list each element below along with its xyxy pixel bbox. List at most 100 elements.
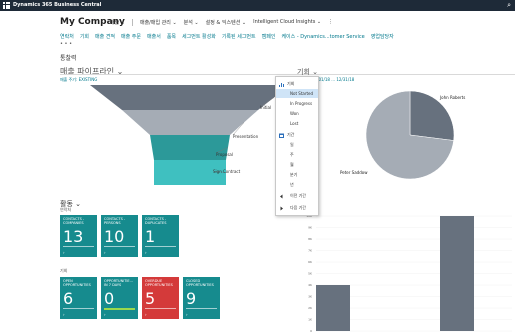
- y-tick-label: 6K: [308, 260, 313, 264]
- nav-link-8[interactable]: 캠페인: [262, 33, 276, 40]
- calendar-icon: [279, 132, 284, 138]
- tile-caption: OPPORTUNITIE... IN 7 DAYS: [104, 279, 133, 287]
- tile-contacts-duplicates[interactable]: CONTACTS - DUPLICATES 1 ›: [142, 215, 179, 257]
- dropdown-item-label: 다음 기간: [290, 205, 306, 210]
- chevron-right-icon: ›: [145, 312, 147, 317]
- app-window: Dynamics 365 Business Central ⌕ My Compa…: [0, 0, 515, 333]
- tile-caption: OPEN OPPORTUNITIES: [63, 279, 91, 287]
- nav-link-10[interactable]: 영업담당자: [371, 33, 394, 40]
- menu-divider: [131, 19, 133, 26]
- nav-link-1[interactable]: 기회: [80, 33, 89, 40]
- bar-1[interactable]: [440, 216, 474, 331]
- dropdown-item-label: 기간: [287, 132, 295, 137]
- pie-chart: [366, 91, 454, 179]
- tile-open-opportunities[interactable]: OPEN OPPORTUNITIES 6 ›: [60, 277, 97, 319]
- dropdown-item-7[interactable]: 주: [276, 150, 318, 159]
- tile-underline: [145, 308, 176, 309]
- tile-caption: CONTACTS - PERSONS: [104, 217, 126, 225]
- tile-value: 6: [63, 289, 74, 308]
- y-tick-label: 9K: [308, 226, 313, 230]
- tile-caption: CONTACTS - COMPANIES: [63, 217, 85, 225]
- dropdown-item-label: 월: [290, 162, 294, 167]
- dropdown-item-10[interactable]: 년: [276, 180, 318, 189]
- search-icon[interactable]: ⌕: [507, 1, 511, 10]
- tile-caption: OVERDUE OPPORTUNITIES: [145, 279, 173, 287]
- y-tick-label: 8K: [308, 237, 313, 241]
- nav-link-0[interactable]: 연락처: [60, 33, 74, 40]
- dropdown-item-6[interactable]: 일: [276, 140, 318, 149]
- dropdown-item-label: 일: [290, 142, 294, 147]
- dropdown-item-5: 기간: [276, 130, 318, 139]
- dropdown-item-label: 주: [290, 152, 294, 157]
- nav-link-6[interactable]: 세그먼트 활성화: [182, 33, 216, 40]
- dropdown-item-8[interactable]: 월: [276, 160, 318, 169]
- nav-link-2[interactable]: 매출 견적: [95, 33, 115, 40]
- dropdown-item-label: 이전 기간: [290, 193, 306, 198]
- funnel-stage-presentation[interactable]: [122, 110, 258, 135]
- tile-underline: [63, 308, 94, 309]
- bar-0[interactable]: [316, 285, 350, 331]
- tile-underline: [104, 308, 135, 310]
- dropdown-item-4[interactable]: Lost: [276, 119, 318, 128]
- app-launcher-icon[interactable]: [3, 2, 10, 9]
- menu-item-1[interactable]: 매출/매입 관리 ⌄: [140, 19, 177, 26]
- dropdown-item-label: Not Started: [290, 91, 314, 96]
- chevron-left-icon: [279, 193, 284, 199]
- nav-link-9[interactable]: 케이스 - Dynamics...tomer Service: [281, 33, 364, 40]
- pipeline-subtitle[interactable]: 매출 주기: EXISTING: [60, 77, 97, 83]
- chevron-right-icon: [279, 205, 284, 211]
- funnel-label-initial: Initial: [260, 105, 272, 110]
- activities-subtitle: 연락처: [60, 207, 72, 212]
- dropdown-item-2[interactable]: In Progress: [276, 99, 318, 108]
- pipeline-title[interactable]: 매출 파이프라인 ⌄: [60, 66, 123, 77]
- dropdown-item-1[interactable]: Not Started: [276, 89, 318, 98]
- menu-item-0[interactable]: 매출 ⌄: [110, 19, 125, 26]
- dropdown-item-label: Lost: [290, 121, 299, 126]
- main-menu: 매출 ⌄ 매출/매입 관리 ⌄ 분석 ⌄ 설정 & 익스텐션 ⌄ Intelligent…: [110, 19, 333, 26]
- chevron-right-icon: ›: [186, 312, 188, 317]
- y-tick-label: 7K: [308, 249, 313, 253]
- tile-closed-opportunities[interactable]: CLOSED OPPORTUNITIES 9 ›: [183, 277, 220, 319]
- top-bar: Dynamics 365 Business Central ⌕: [0, 0, 515, 11]
- tile-underline: [63, 246, 94, 247]
- dropdown-item-12[interactable]: 다음 기간: [276, 203, 318, 212]
- y-tick-label: 1K: [308, 318, 313, 322]
- dropdown-item-label: Won: [290, 111, 299, 116]
- filter-dropdown: 기회 Not Started In Progress Won Lost 기간일 주 월분기년 이…: [275, 76, 319, 216]
- dropdown-item-3[interactable]: Won: [276, 109, 318, 118]
- tile-value: 5: [145, 289, 156, 308]
- tile-value: 13: [63, 227, 84, 246]
- dropdown-item-0: 기회: [276, 79, 318, 88]
- tile-value: 1: [145, 227, 156, 246]
- tile-contacts-companies[interactable]: CONTACTS - COMPANIES 13 ›: [60, 215, 97, 257]
- section-title: 통찰력: [60, 55, 77, 62]
- chevron-right-icon: ›: [104, 250, 106, 255]
- nav-link-5[interactable]: 품목: [167, 33, 176, 40]
- menu-item-3[interactable]: 설정 & 익스텐션 ⌄: [206, 19, 246, 26]
- menu-item-2[interactable]: 분석 ⌄: [184, 19, 199, 26]
- grid-icon: [279, 81, 284, 87]
- tile-overdue-opportunities[interactable]: OVERDUE OPPORTUNITIES 5 ›: [142, 277, 179, 319]
- navigation-bar: 연락처 기회 매출 견적 매출 주문 매출서 품목 세그먼트 활성화 기록된 세그먼트 캠페인 케…: [60, 33, 394, 40]
- y-tick-label: 4K: [308, 283, 313, 287]
- funnel-label-sign-contract: Sign Contract: [213, 169, 241, 174]
- menu-item-5[interactable]: ⋮: [328, 19, 333, 26]
- chevron-right-icon: ›: [63, 312, 65, 317]
- chevron-right-icon: ›: [104, 312, 106, 317]
- nav-link-4[interactable]: 매출서: [147, 33, 161, 40]
- dropdown-item-label: 분기: [290, 172, 298, 177]
- nav-link-3[interactable]: 매출 주문: [121, 33, 141, 40]
- menu-item-4[interactable]: Intelligent Cloud Insights ⌄: [253, 19, 321, 26]
- dropdown-item-9[interactable]: 분기: [276, 170, 318, 179]
- bar-chart: 10K9K8K7K6K5K4K3K2K1K0: [306, 214, 512, 333]
- nav-more-dots[interactable]: • • •: [60, 41, 72, 47]
- tile-contacts-persons[interactable]: CONTACTS - PERSONS 10 ›: [101, 215, 138, 257]
- tile-caption: CONTACTS - DUPLICATES: [145, 217, 167, 225]
- tile-underline: [186, 308, 217, 309]
- funnel-label-proposal: Proposal: [216, 152, 233, 157]
- funnel-chart: [90, 85, 290, 185]
- dropdown-item-11[interactable]: 이전 기간: [276, 191, 318, 200]
- y-tick-label: 0: [310, 329, 312, 333]
- tile-opportunitie-in-7-days[interactable]: OPPORTUNITIE... IN 7 DAYS 0 ›: [101, 277, 138, 319]
- nav-link-7[interactable]: 기록된 세그먼트: [222, 33, 256, 40]
